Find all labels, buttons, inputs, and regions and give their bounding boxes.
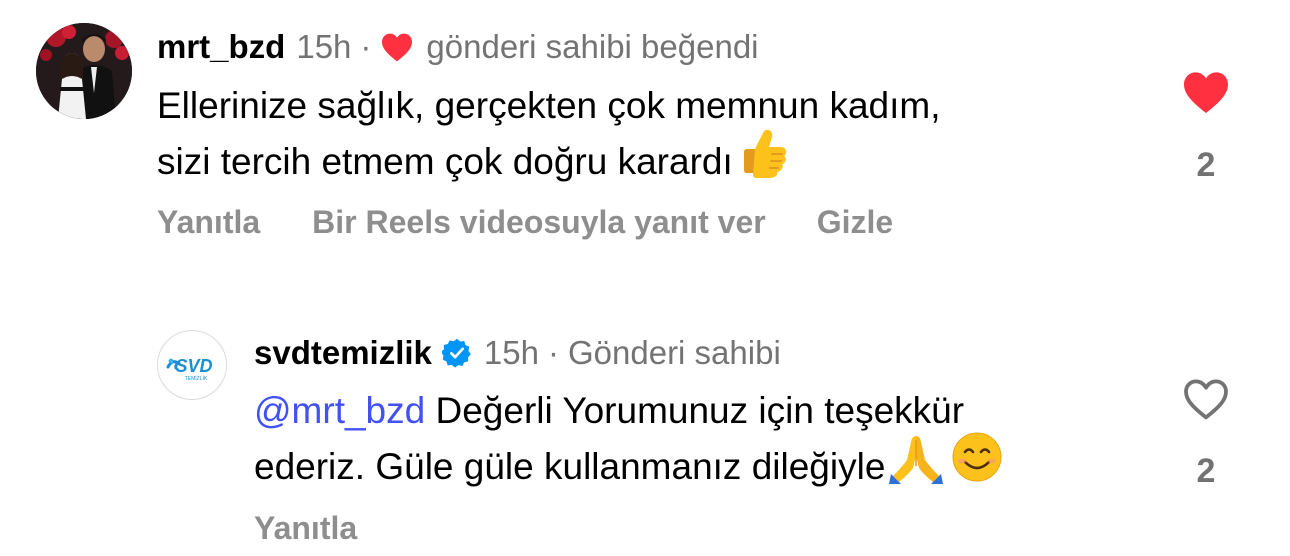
comment-username[interactable]: svdtemizlik — [254, 333, 432, 373]
hide-button[interactable]: Gizle — [817, 202, 893, 242]
comment-actions: Yanıtla Bir Reels videosuyla yanıt ver G… — [157, 202, 893, 242]
comment-text-line-2: ederiz. Güle güle kullanmanız dileğiyle — [254, 432, 1003, 497]
comment-header: mrt_bzd 15h · gönderi sahibi beğendi — [157, 27, 759, 67]
thumbs-up-icon — [735, 125, 789, 192]
comment-text-line-1: @mrt_bzd Değerli Yorumunuz için teşekkür — [254, 386, 1003, 436]
like-button[interactable] — [1182, 377, 1230, 421]
profile-photo-image — [36, 23, 132, 119]
avatar[interactable]: SVD TEMİZLİK — [157, 330, 227, 400]
reply-button[interactable]: Yanıtla — [254, 508, 357, 548]
folded-hands-icon — [887, 430, 945, 497]
verified-badge-icon — [441, 338, 472, 368]
logo-subtext: TEMİZLİK — [185, 375, 208, 382]
comment-text-line: ederiz. Güle güle kullanmanız dileğiyle — [254, 445, 886, 487]
svd-logo-icon: SVD TEMİZLİK — [166, 356, 213, 382]
comment-actions: Yanıtla — [254, 508, 357, 548]
smiling-face-icon — [951, 431, 1003, 496]
avatar[interactable] — [36, 23, 132, 119]
heart-filled-icon — [1184, 72, 1228, 113]
like-count[interactable]: 2 — [1182, 146, 1230, 185]
comment-header: svdtemizlik 15h · Gönderi sahibi — [254, 333, 781, 373]
comment-text: @mrt_bzd Değerli Yorumunuz için teşekkür… — [254, 386, 1003, 497]
comment-text: Ellerinize sağlık, gerçekten çok memnun … — [157, 81, 941, 192]
comment-text-line: sizi tercih etmem çok doğru karardı — [157, 140, 733, 182]
like-button[interactable] — [1182, 70, 1230, 114]
comment-time: 15h — [296, 28, 352, 65]
reply-button[interactable]: Yanıtla — [157, 202, 260, 242]
like-count[interactable]: 2 — [1182, 452, 1230, 491]
logo-text: SVD — [175, 356, 212, 376]
mention-link[interactable]: @mrt_bzd — [254, 390, 425, 431]
heart-outline-icon — [1184, 379, 1228, 420]
comment-username[interactable]: mrt_bzd — [157, 27, 285, 67]
separator-dot: · — [360, 28, 372, 65]
comment-text-line: Değerli Yorumunuz için teşekkür — [435, 390, 965, 431]
separator-dot: · — [547, 334, 559, 371]
comment-time: 15h — [483, 334, 539, 371]
comment-text-line: Ellerinize sağlık, gerçekten çok memnun … — [157, 85, 941, 126]
heart-icon — [380, 32, 414, 62]
author-badge: Gönderi sahibi — [567, 334, 781, 371]
comment-text-line-2: sizi tercih etmem çok doğru karardı — [157, 129, 941, 192]
liked-by-author-label: gönderi sahibi beğendi — [426, 28, 759, 65]
reels-reply-button[interactable]: Bir Reels videosuyla yanıt ver — [312, 202, 766, 242]
